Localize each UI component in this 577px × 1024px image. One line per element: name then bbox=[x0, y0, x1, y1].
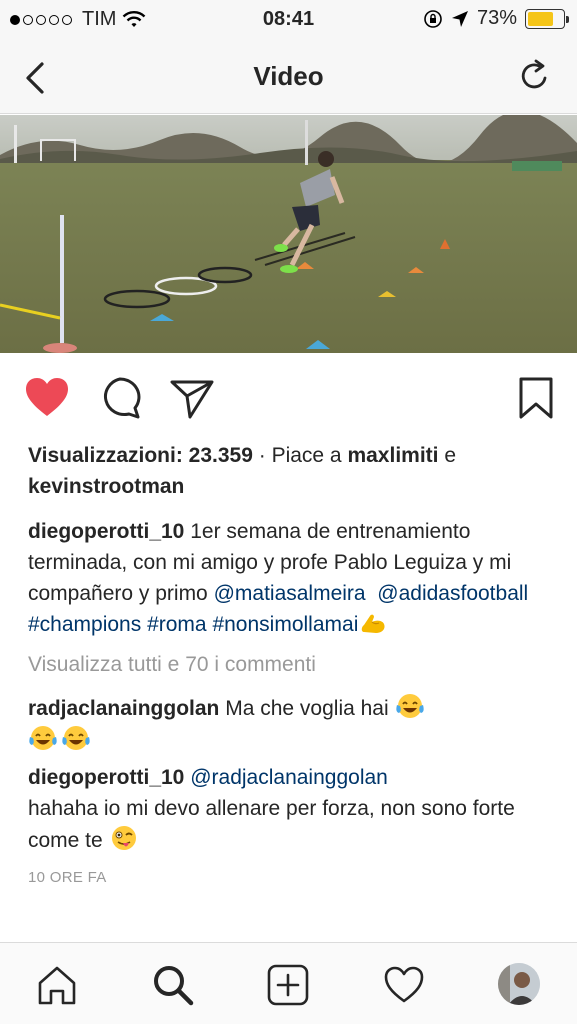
comment-text: hahaha io mi devo allenare per forza, no… bbox=[28, 797, 515, 852]
comment-username[interactable]: radjaclanainggolan bbox=[28, 697, 219, 720]
bottom-tab-bar bbox=[0, 942, 577, 1024]
profile-avatar[interactable] bbox=[498, 963, 540, 1005]
activity-heart-icon[interactable] bbox=[382, 963, 426, 1007]
heart-filled-icon[interactable] bbox=[23, 374, 71, 422]
bookmark-icon[interactable] bbox=[512, 374, 560, 422]
liker-username[interactable]: maxlimiti bbox=[347, 444, 438, 467]
post-caption: diegoperotti_10 1er semana de entrenamie… bbox=[28, 516, 558, 640]
home-icon[interactable] bbox=[35, 963, 79, 1007]
tears-of-joy-emoji bbox=[62, 726, 90, 750]
views-count[interactable]: Visualizzazioni: 23.359 bbox=[28, 444, 253, 467]
view-all-comments-link[interactable]: Visualizza tutti e 70 i commenti bbox=[28, 649, 558, 680]
refresh-icon[interactable] bbox=[517, 58, 553, 94]
winking-tongue-emoji bbox=[111, 826, 136, 850]
post-details: Visualizzazioni: 23.359 · Piace a maxlim… bbox=[28, 440, 558, 893]
caption-hashtag[interactable]: #roma bbox=[147, 613, 207, 636]
profile-photo bbox=[498, 963, 540, 1005]
battery-icon bbox=[525, 8, 569, 29]
caption-username[interactable]: diegoperotti_10 bbox=[28, 520, 184, 543]
comment-item: radjaclanainggolan Ma che voglia hai bbox=[28, 692, 558, 756]
battery-percent: 73% bbox=[476, 7, 517, 29]
comment-mention[interactable]: @radjaclanainggolan bbox=[190, 766, 388, 789]
status-bar: TIM 08:41 73% bbox=[0, 0, 577, 40]
likes-prefix: Piace a bbox=[271, 444, 348, 467]
post-actions bbox=[0, 370, 577, 426]
comment-text: Ma che voglia hai bbox=[219, 697, 395, 720]
navigation-bar: Video bbox=[0, 40, 577, 114]
comment-icon[interactable] bbox=[96, 374, 144, 422]
post-timestamp: 10 ORE FA bbox=[28, 869, 107, 886]
comment-item: diegoperotti_10 @radjaclanainggolan haha… bbox=[28, 762, 558, 856]
tears-of-joy-emoji bbox=[29, 726, 57, 750]
post-video[interactable] bbox=[0, 115, 577, 353]
search-icon[interactable] bbox=[151, 963, 195, 1007]
separator-dot: · bbox=[252, 444, 272, 467]
caption-mention[interactable]: @matiasalmeira bbox=[214, 582, 366, 605]
liker-username[interactable]: kevinstrootman bbox=[28, 475, 184, 498]
add-post-icon[interactable] bbox=[266, 963, 310, 1007]
likes-conjunction: e bbox=[444, 444, 457, 467]
location-arrow-icon bbox=[451, 10, 468, 27]
video-frame-training-field bbox=[0, 115, 577, 353]
caption-mention[interactable]: @adidasfootball bbox=[377, 582, 528, 605]
orientation-lock-icon bbox=[424, 9, 442, 28]
page-title: Video bbox=[253, 61, 324, 91]
flexed-biceps-emoji bbox=[362, 614, 385, 633]
tears-of-joy-emoji bbox=[395, 694, 424, 718]
comment-username[interactable]: diegoperotti_10 bbox=[28, 766, 184, 789]
views-likes-line: Visualizzazioni: 23.359 · Piace a maxlim… bbox=[28, 440, 558, 502]
caption-hashtag[interactable]: #champions bbox=[28, 613, 141, 636]
share-icon[interactable] bbox=[168, 374, 216, 422]
caption-hashtag[interactable]: #nonsimollamai bbox=[212, 613, 358, 636]
